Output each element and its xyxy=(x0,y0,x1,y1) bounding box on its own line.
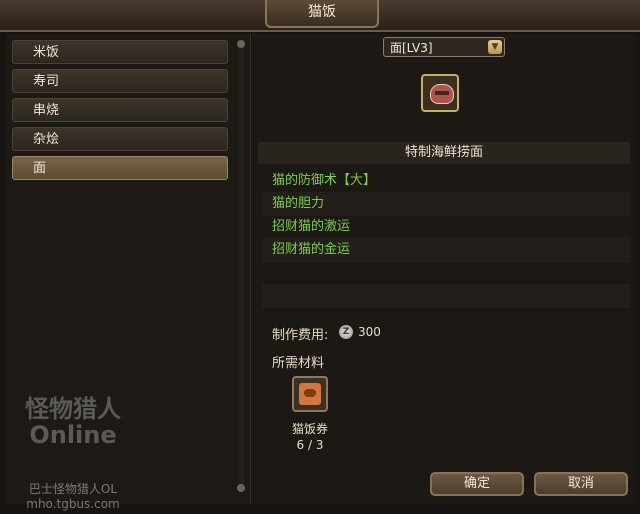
noodle-bowl-icon xyxy=(421,74,459,112)
chevron-down-icon[interactable]: ▼ xyxy=(488,40,502,54)
level-select-value: 面[LV3] xyxy=(390,41,433,55)
effect-item: 招财猫的激运 xyxy=(262,216,630,239)
scroll-up-icon[interactable] xyxy=(237,40,245,48)
effect-empty-row xyxy=(262,262,630,285)
category-item-sushi[interactable]: 寿司 xyxy=(12,69,228,93)
effect-item: 猫的防御术【大】 xyxy=(262,170,630,193)
watermark-url: mho.tgbus.com xyxy=(26,497,120,511)
dish-name: 特制海鲜捞面 xyxy=(258,142,630,164)
cancel-button[interactable]: 取消 xyxy=(534,472,628,496)
noodle-bowl-shape xyxy=(430,84,454,104)
cost-label: 制作费用: xyxy=(272,328,329,343)
watermark-text: 巴士怪物猎人OL xyxy=(28,482,118,496)
category-item-skewer[interactable]: 串烧 xyxy=(12,98,228,122)
zenny-coin-icon: Z xyxy=(339,325,353,339)
cost-value: 300 xyxy=(358,325,381,339)
meal-ticket-shape xyxy=(299,383,321,405)
effect-item: 猫的胆力 xyxy=(262,193,630,216)
watermark-logo: 怪物猎人 Online xyxy=(25,395,121,449)
site-watermark: 怪物猎人 Online 巴士怪物猎人OL mho.tgbus.com xyxy=(8,395,138,511)
effect-empty-row xyxy=(262,285,630,308)
material-name: 猫饭券 xyxy=(291,422,328,436)
meal-ticket-face xyxy=(304,389,316,397)
category-item-rice[interactable]: 米饭 xyxy=(12,40,228,64)
effect-item: 招财猫的金运 xyxy=(262,239,630,262)
effects-list: 猫的防御术【大】 猫的胆力 招财猫的激运 招财猫的金运 xyxy=(262,170,630,308)
window-title: 猫饭 xyxy=(265,0,379,28)
category-item-noodles[interactable]: 面 xyxy=(12,156,228,180)
level-select[interactable]: 面[LV3] ▼ xyxy=(383,37,505,57)
detail-panel: 面[LV3] ▼ 特制海鲜捞面 猫的防御术【大】 猫的胆力 招财猫的激运 招财猫… xyxy=(252,34,636,504)
noodle-bowl-band xyxy=(435,91,449,95)
category-item-stew[interactable]: 杂烩 xyxy=(12,127,228,151)
materials-title: 所需材料 xyxy=(272,356,325,371)
scroll-down-icon[interactable] xyxy=(237,484,245,492)
meal-ticket-icon[interactable] xyxy=(292,376,328,412)
confirm-button[interactable]: 确定 xyxy=(430,472,524,496)
category-scrollbar[interactable] xyxy=(237,40,245,492)
material-count: 6 / 3 xyxy=(296,438,324,452)
